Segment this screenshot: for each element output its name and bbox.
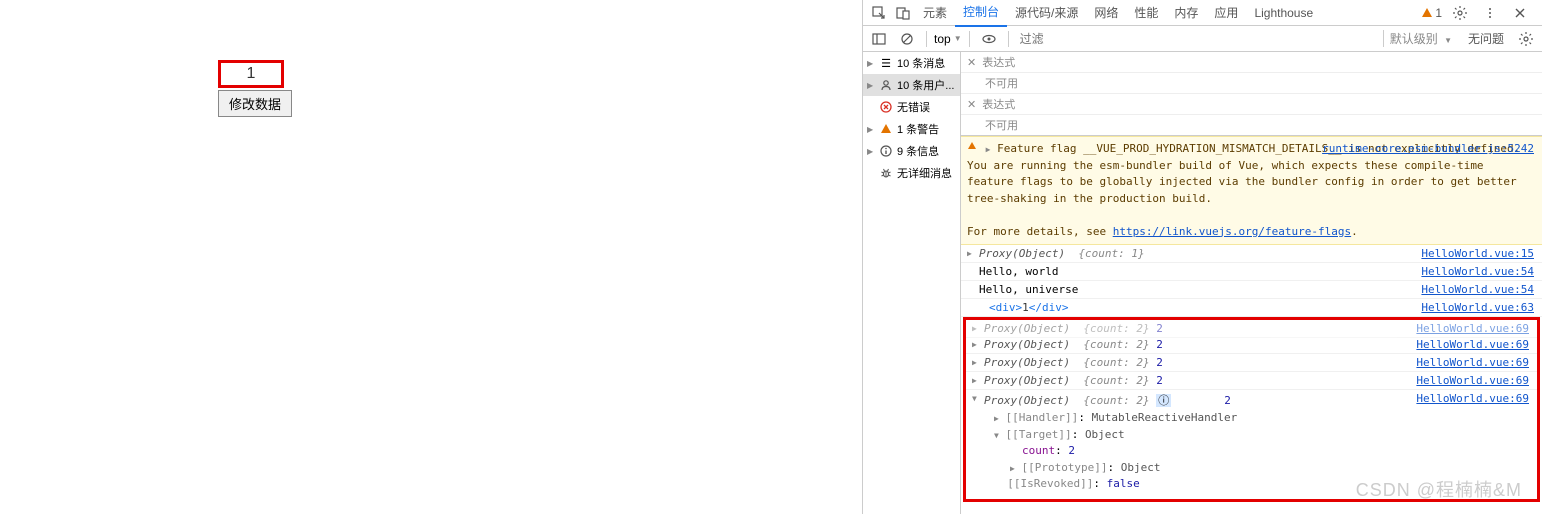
expand-arrow-icon[interactable]: ▶ [972, 324, 977, 333]
remove-watch-icon[interactable]: ✕ [967, 98, 976, 111]
log-row[interactable]: Hello, world HelloWorld.vue:54 [961, 263, 1542, 281]
remove-watch-icon[interactable]: ✕ [967, 56, 976, 69]
expand-arrow-icon[interactable]: ▶ [972, 358, 977, 367]
tab-performance[interactable]: 性能 [1126, 0, 1166, 26]
sidebar-toggle-icon[interactable] [870, 30, 888, 48]
bug-icon [879, 166, 893, 180]
filter-input[interactable] [1016, 30, 1379, 48]
log-row[interactable]: ▶ Proxy(Object) {count: 2} 2 HelloWorld.… [966, 354, 1537, 372]
warning-counter[interactable]: 1 [1421, 6, 1442, 20]
log-row[interactable]: <div>1</div> HelloWorld.vue:63 [961, 299, 1542, 317]
user-icon [879, 78, 893, 92]
sidebar-messages[interactable]: ▶ ☰ 10 条消息 [863, 52, 960, 74]
log-row-expanded[interactable]: ▼ Proxy(Object) {count: 2} ⓘ 2 HelloWorl… [966, 390, 1537, 410]
warning-triangle-icon [1421, 7, 1433, 19]
clear-console-icon[interactable] [898, 30, 916, 48]
warning-icon [879, 122, 893, 136]
log-row[interactable]: ▶ Proxy(Object) {count: 2} 2 HelloWorld.… [966, 336, 1537, 354]
watch-result: 不可用 [961, 115, 1542, 136]
source-link[interactable]: HelloWorld.vue:54 [1421, 283, 1534, 296]
sidebar-verbose[interactable]: 无详细消息 [863, 162, 960, 184]
tab-console[interactable]: 控制台 [955, 0, 1007, 27]
log-row[interactable]: Hello, universe HelloWorld.vue:54 [961, 281, 1542, 299]
source-link[interactable]: HelloWorld.vue:69 [1416, 374, 1529, 387]
close-icon[interactable] [1511, 4, 1529, 22]
live-expression-icon[interactable] [980, 30, 998, 48]
list-icon: ☰ [879, 56, 893, 70]
source-link[interactable]: HelloWorld.vue:63 [1421, 301, 1534, 314]
source-link[interactable]: HelloWorld.vue:69 [1416, 356, 1529, 369]
sidebar-warnings[interactable]: ▶ 1 条警告 [863, 118, 960, 140]
source-link[interactable]: HelloWorld.vue:15 [1421, 247, 1534, 260]
sidebar-user-messages[interactable]: ▶ 10 条用户... [863, 74, 960, 96]
counter-display: 1 [218, 60, 284, 88]
settings-icon[interactable] [1451, 4, 1469, 22]
source-link[interactable]: HelloWorld.vue:69 [1416, 392, 1529, 405]
chevron-down-icon: ▼ [954, 34, 962, 43]
device-icon[interactable] [894, 4, 912, 22]
tab-memory[interactable]: 内存 [1166, 0, 1206, 26]
collapse-arrow-icon[interactable]: ▼ [972, 394, 977, 403]
object-property[interactable]: count: 2 [994, 443, 1537, 460]
warning-triangle-icon [967, 141, 977, 151]
issues-counter[interactable]: 无问题 [1462, 30, 1510, 47]
tab-sources[interactable]: 源代码/来源 [1007, 0, 1086, 26]
console-body: ▶ ☰ 10 条消息 ▶ 10 条用户... 无错误 ▶ 1 条警告 ▶ [863, 52, 1542, 514]
error-icon [879, 100, 893, 114]
object-property[interactable]: ▶ [[Prototype]]: Object [994, 460, 1537, 477]
expand-arrow-icon[interactable]: ▶ [972, 340, 977, 349]
object-property[interactable]: [[IsRevoked]]: false [994, 476, 1537, 493]
log-row[interactable]: ▶ Proxy(Object) {count: 1} HelloWorld.vu… [961, 245, 1542, 263]
feature-flags-link[interactable]: https://link.vuejs.org/feature-flags [1113, 225, 1351, 238]
watch-expression-row[interactable]: ✕ 表达式 [961, 94, 1542, 115]
sidebar-errors[interactable]: 无错误 [863, 96, 960, 118]
expand-arrow-icon[interactable]: ▶ [972, 376, 977, 385]
sidebar-info[interactable]: ▶ 9 条信息 [863, 140, 960, 162]
console-sidebar: ▶ ☰ 10 条消息 ▶ 10 条用户... 无错误 ▶ 1 条警告 ▶ [863, 52, 961, 514]
info-icon [879, 144, 893, 158]
watch-expression-row[interactable]: ✕ 表达式 [961, 52, 1542, 73]
inspect-icon[interactable] [870, 4, 888, 22]
expand-arrow-icon: ▶ [867, 147, 875, 156]
context-selector[interactable]: top ▼ [934, 32, 962, 46]
chevron-down-icon: ▼ [1444, 36, 1452, 45]
tab-lighthouse[interactable]: Lighthouse [1246, 1, 1321, 25]
console-settings-icon[interactable] [1517, 30, 1535, 48]
devtools-panel: 元素 控制台 源代码/来源 网络 性能 内存 应用 Lighthouse 1 t… [862, 0, 1542, 514]
expand-arrow-icon: ▶ [867, 125, 875, 134]
tab-application[interactable]: 应用 [1206, 0, 1246, 26]
source-link[interactable]: HelloWorld.vue:69 [1416, 338, 1529, 351]
tab-network[interactable]: 网络 [1086, 0, 1126, 26]
log-level-selector[interactable]: 默认级别 ▼ [1383, 30, 1458, 47]
watch-result: 不可用 [961, 73, 1542, 94]
expanded-object: ▶ [[Handler]]: MutableReactiveHandler ▼ … [966, 410, 1537, 493]
more-icon[interactable] [1481, 4, 1499, 22]
expand-arrow-icon: ▶ [867, 59, 875, 68]
info-badge-icon: ⓘ [1156, 394, 1171, 407]
console-warning[interactable]: ▶ Feature flag __VUE_PROD_HYDRATION_MISM… [961, 136, 1542, 245]
source-link[interactable]: HelloWorld.vue:69 [1416, 322, 1529, 335]
modify-data-button[interactable]: 修改数据 [218, 90, 292, 117]
expand-arrow-icon[interactable]: ▶ [986, 145, 991, 154]
source-link[interactable]: runtime-core.esm-bundler.js:5242 [1322, 141, 1534, 158]
expand-arrow-icon[interactable]: ▶ [967, 249, 972, 258]
console-output: ✕ 表达式 不可用 ✕ 表达式 不可用 ▶ Feature flag __VUE… [961, 52, 1542, 514]
tab-elements[interactable]: 元素 [915, 0, 955, 26]
console-toolbar: top ▼ 默认级别 ▼ 无问题 [863, 26, 1542, 52]
devtools-tabs: 元素 控制台 源代码/来源 网络 性能 内存 应用 Lighthouse 1 [863, 0, 1542, 26]
object-property[interactable]: ▼ [[Target]]: Object [994, 427, 1537, 444]
expand-arrow-icon: ▶ [867, 81, 875, 90]
object-property[interactable]: ▶ [[Handler]]: MutableReactiveHandler [994, 410, 1537, 427]
log-row[interactable]: ▶ Proxy(Object) {count: 2} 2 HelloWorld.… [966, 372, 1537, 390]
app-viewport: 1 修改数据 [0, 0, 860, 514]
source-link[interactable]: HelloWorld.vue:54 [1421, 265, 1534, 278]
